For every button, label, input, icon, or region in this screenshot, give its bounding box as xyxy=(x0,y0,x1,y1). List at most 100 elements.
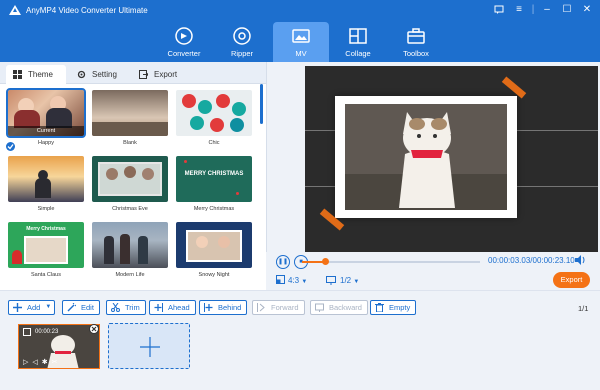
theme-thumbnail: Merry Christmas xyxy=(8,222,84,268)
nav-label: Collage xyxy=(345,49,371,58)
cut-icon[interactable]: ✂ xyxy=(52,359,62,366)
title-bar: AnyMP4 Video Converter Ultimate ≡ | – ☐ … xyxy=(0,0,600,62)
theme-overlay-text: Merry Christmas xyxy=(26,226,66,232)
timeline-clip[interactable]: 00:00:23 ▷◁✱✂ xyxy=(18,324,100,369)
nav-label: MV xyxy=(295,49,307,58)
theme-thumbnail xyxy=(176,90,252,136)
time-current: 00:00:03.03 xyxy=(488,256,531,265)
theme-item-blank[interactable]: Blank xyxy=(92,90,168,146)
theme-label: Happy xyxy=(38,140,54,146)
theme-thumbnail xyxy=(8,156,84,202)
theme-scrollbar[interactable] xyxy=(260,84,263,124)
edit-icon[interactable]: ✱ xyxy=(42,359,52,366)
grid-icon xyxy=(13,70,22,79)
theme-item-snowy-night[interactable]: Snowy Night xyxy=(176,222,252,278)
close-button[interactable]: ✕ xyxy=(580,3,594,17)
theme-thumbnail xyxy=(92,90,168,136)
theme-overlay-text: MERRY CHRISTMAS xyxy=(184,171,244,177)
theme-item-christmas-eve[interactable]: Christmas Eve xyxy=(92,156,168,212)
mv-icon xyxy=(292,29,310,43)
forward-button[interactable]: Forward xyxy=(252,300,305,315)
nav-ripper[interactable]: Ripper xyxy=(214,22,270,62)
theme-panel: Theme Setting Export Current Happy Blank… xyxy=(0,62,266,290)
progress-bar[interactable] xyxy=(302,258,480,265)
time-display: 00:00:03.03/00:00:23.10 xyxy=(488,256,575,265)
magic-wand-icon xyxy=(67,303,76,312)
theme-item-santa-claus[interactable]: Merry Christmas Santa Claus xyxy=(8,222,84,278)
nav-label: Ripper xyxy=(230,49,254,58)
plus-icon xyxy=(140,337,160,357)
cat-image xyxy=(345,104,507,210)
nav-collage[interactable]: Collage xyxy=(330,22,386,62)
theme-grid: Current Happy Blank Chic Simple Christma… xyxy=(6,88,260,290)
trash-icon xyxy=(375,303,384,312)
monitor-icon xyxy=(326,276,336,285)
export-icon xyxy=(139,70,148,79)
ahead-button[interactable]: Ahead xyxy=(149,300,196,315)
minimize-button[interactable]: – xyxy=(540,3,554,17)
add-button[interactable]: Add ▼ xyxy=(8,300,56,315)
play-icon[interactable]: ▷ xyxy=(23,359,32,366)
divider: | xyxy=(531,4,535,15)
clip-duration: 00:00:23 xyxy=(35,329,59,335)
page-select[interactable]: 1/2 ▼ xyxy=(340,276,359,285)
clip-remove-button[interactable] xyxy=(89,324,99,334)
pause-button[interactable]: ❚❚ xyxy=(276,255,290,269)
scissors-icon xyxy=(111,303,120,312)
tab-label: Theme xyxy=(28,70,53,79)
nav-label: Converter xyxy=(167,49,201,58)
ripper-icon xyxy=(233,27,251,45)
app-title: AnyMP4 Video Converter Ultimate xyxy=(26,6,148,15)
theme-item-modern-life[interactable]: Modern Life xyxy=(92,222,168,278)
theme-thumbnail xyxy=(176,222,252,268)
behind-button[interactable]: Behind xyxy=(199,300,248,315)
panel-tabs: Theme Setting Export xyxy=(0,62,266,84)
trim-button[interactable]: Trim xyxy=(106,300,146,315)
converter-icon xyxy=(175,27,193,45)
empty-button[interactable]: Empty xyxy=(370,300,417,315)
clip-actions: ▷◁✱✂ xyxy=(23,358,62,366)
tab-export[interactable]: Export xyxy=(132,65,190,84)
aspect-ratio-select[interactable]: 4:3 ▼ xyxy=(288,276,307,285)
chevron-down-icon[interactable]: ▼ xyxy=(45,301,51,314)
theme-label: Simple xyxy=(37,206,55,212)
photo-frame xyxy=(335,96,517,218)
check-icon xyxy=(6,142,15,151)
nav-toolbox[interactable]: Toolbox xyxy=(388,22,444,62)
maximize-button[interactable]: ☐ xyxy=(560,3,574,17)
theme-thumbnail: Current xyxy=(6,88,86,138)
current-badge: Current xyxy=(8,126,84,136)
theme-label: Santa Claus xyxy=(31,272,61,278)
collage-icon xyxy=(349,28,367,44)
preview-photo xyxy=(345,104,507,210)
edit-button[interactable]: Edit xyxy=(62,300,100,315)
forward-icon xyxy=(257,303,265,312)
theme-label: Merry Christmas xyxy=(193,206,235,212)
nav-converter[interactable]: Converter xyxy=(156,22,212,62)
export-button[interactable]: Export xyxy=(553,272,590,288)
feedback-icon[interactable] xyxy=(492,3,506,17)
tab-theme[interactable]: Theme xyxy=(6,65,66,84)
theme-item-simple[interactable]: Simple xyxy=(8,156,84,212)
app-logo-icon xyxy=(9,5,21,15)
nav-label: Toolbox xyxy=(403,49,429,58)
gear-icon xyxy=(77,70,86,79)
theme-item-chic[interactable]: Chic xyxy=(176,90,252,146)
menu-icon[interactable]: ≡ xyxy=(512,3,526,17)
volume-icon[interactable] xyxy=(574,255,586,265)
volume-icon[interactable]: ◁ xyxy=(32,359,41,366)
backward-button[interactable]: Backward xyxy=(310,300,368,315)
theme-item-happy[interactable]: Current Happy xyxy=(6,88,86,151)
add-clip-button[interactable] xyxy=(108,323,190,369)
theme-item-merry-christmas[interactable]: MERRY CHRISTMAS Merry Christmas xyxy=(176,156,252,212)
nav-mv[interactable]: MV xyxy=(273,22,329,62)
clip-pager: 1/1 xyxy=(578,304,589,313)
tab-setting[interactable]: Setting xyxy=(70,65,128,84)
theme-thumbnail: MERRY CHRISTMAS xyxy=(176,156,252,202)
tab-label: Setting xyxy=(92,70,117,79)
time-total: /00:00:23.10 xyxy=(530,256,575,265)
plus-icon xyxy=(13,303,22,312)
tab-label: Export xyxy=(154,70,178,79)
theme-label: Christmas Eve xyxy=(112,206,148,212)
aspect-ratio-icon xyxy=(276,275,285,284)
